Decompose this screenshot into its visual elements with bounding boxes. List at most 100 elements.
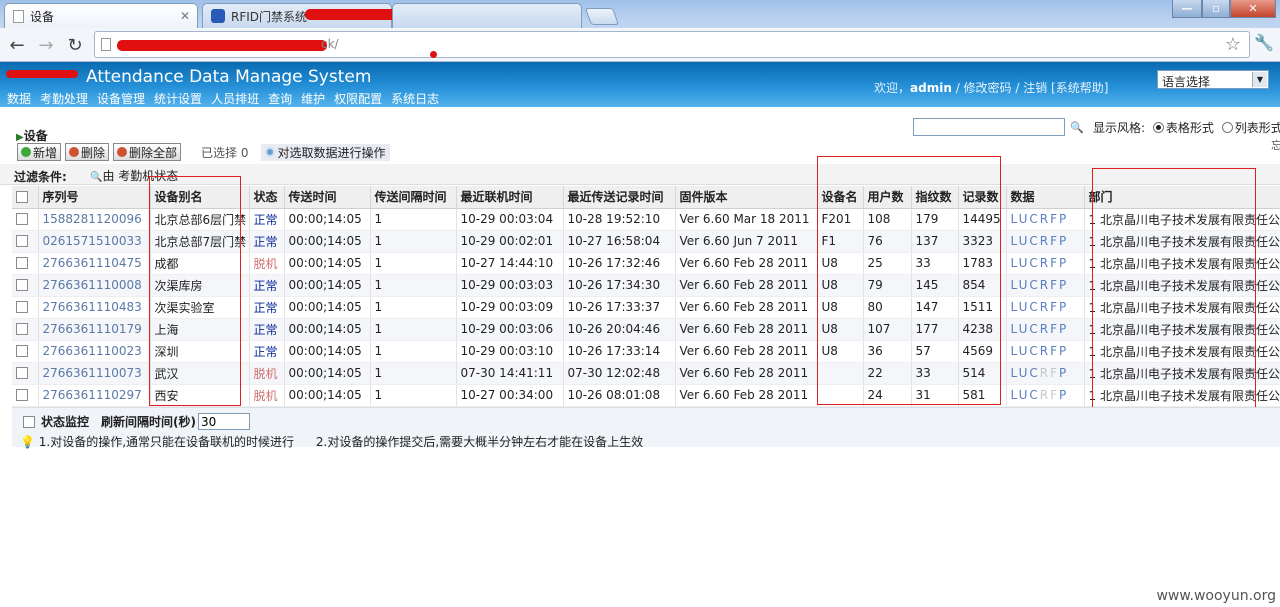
data-link-c[interactable]: C [1029, 234, 1039, 248]
data-link-f[interactable]: F [1050, 322, 1059, 336]
add-button[interactable]: 新增 [17, 143, 62, 161]
col-header[interactable]: 传送时间 [284, 186, 371, 209]
select-all-checkbox[interactable] [12, 186, 39, 209]
bookmark-star-icon[interactable]: ☆ [1225, 34, 1241, 55]
row-checkbox[interactable] [12, 384, 39, 407]
search-icon[interactable]: 🔍 [1070, 121, 1084, 134]
table-row[interactable]: 2766361110297 西安 脱机 00:00;14:05 1 10-27 00:34… [12, 384, 1280, 407]
row-checkbox[interactable] [12, 230, 39, 253]
data-link-r[interactable]: R [1040, 388, 1050, 402]
data-link-p[interactable]: P [1059, 234, 1068, 248]
new-tab-button[interactable] [584, 8, 620, 25]
data-link-f[interactable]: F [1050, 300, 1059, 314]
data-link-l[interactable]: L [1011, 212, 1019, 226]
menu-item-schedule[interactable]: 人员排班 [211, 90, 259, 107]
cell-sn[interactable]: 0261571510033 [38, 230, 151, 253]
menu-item-maintain[interactable]: 维护 [301, 90, 325, 107]
table-row[interactable]: 2766361110023 深圳 正常 00:00;14:05 1 10-29 00:03… [12, 340, 1280, 363]
data-link-r[interactable]: R [1040, 300, 1050, 314]
data-link-l[interactable]: L [1011, 256, 1019, 270]
table-row[interactable]: 0261571510033 北京总部7层门禁 正常 00:00;14:05 1 10-29… [12, 230, 1280, 253]
row-checkbox[interactable] [12, 362, 39, 385]
data-link-c[interactable]: C [1029, 300, 1039, 314]
back-icon[interactable]: ← [4, 32, 30, 58]
username[interactable]: admin [910, 81, 952, 95]
table-row[interactable]: 2766361110475 成都 脱机 00:00;14:05 1 10-27 14:44… [12, 252, 1280, 275]
col-header[interactable]: 部门 [1084, 186, 1280, 209]
address-bar[interactable]: ck/ ☆ [94, 31, 1250, 58]
row-checkbox[interactable] [12, 318, 39, 341]
data-link-l[interactable]: L [1011, 300, 1019, 314]
table-row[interactable]: 2766361110073 武汉 脱机 00:00;14:05 1 07-30 14:41… [12, 362, 1280, 385]
data-link-f[interactable]: F [1050, 234, 1059, 248]
data-link-r[interactable]: R [1040, 344, 1050, 358]
data-link-u[interactable]: U [1019, 322, 1030, 336]
col-header[interactable]: 状态 [249, 186, 285, 209]
menu-item-data[interactable]: 数据 [7, 90, 31, 107]
data-link-u[interactable]: U [1019, 234, 1030, 248]
col-header[interactable]: 传送间隔时间 [370, 186, 457, 209]
forward-icon[interactable]: → [33, 32, 59, 58]
data-link-l[interactable]: L [1011, 234, 1019, 248]
data-link-f[interactable]: F [1050, 388, 1059, 402]
close-tab-icon[interactable]: ✕ [180, 9, 190, 23]
data-link-r[interactable]: R [1040, 278, 1050, 292]
menu-item-attendance[interactable]: 考勤处理 [40, 90, 88, 107]
data-link-c[interactable]: C [1029, 212, 1039, 226]
data-link-u[interactable]: U [1019, 300, 1030, 314]
tab-devices[interactable]: 设备 ✕ [4, 3, 198, 28]
col-header[interactable]: 设备名 [817, 186, 864, 209]
style-table-radio[interactable] [1152, 122, 1164, 133]
data-link-f[interactable]: F [1050, 212, 1059, 226]
data-link-r[interactable]: R [1040, 234, 1050, 248]
delete-button[interactable]: 删除 [65, 143, 110, 161]
col-header[interactable]: 设备别名 [150, 186, 250, 209]
data-link-r[interactable]: R [1040, 212, 1050, 226]
header-links[interactable]: / 修改密码 / 注销 [系统帮助] [956, 81, 1109, 95]
table-row[interactable]: 2766361110008 次渠库房 正常 00:00;14:05 1 10-29 00:… [12, 274, 1280, 297]
table-row[interactable]: 1588281120096 北京总部6层门禁 正常 00:00;14:05 1 10-29… [12, 208, 1280, 231]
status-monitor-checkbox[interactable] [23, 415, 35, 428]
data-link-u[interactable]: U [1019, 256, 1030, 270]
menu-item-syslog[interactable]: 系统日志 [391, 90, 439, 107]
filter-link[interactable]: 🔍由 考勤机状态 [90, 167, 178, 184]
data-link-u[interactable]: U [1019, 212, 1030, 226]
col-header[interactable]: 最近传送记录时间 [563, 186, 676, 209]
data-link-p[interactable]: P [1059, 212, 1068, 226]
menu-item-query[interactable]: 查询 [268, 90, 292, 107]
menu-item-stats[interactable]: 统计设置 [154, 90, 202, 107]
reload-icon[interactable]: ↻ [62, 32, 88, 58]
row-checkbox[interactable] [12, 208, 39, 231]
cell-sn[interactable]: 2766361110179 [38, 318, 151, 341]
minimize-button[interactable]: — [1172, 0, 1202, 18]
data-link-p[interactable]: P [1059, 344, 1068, 358]
data-link-u[interactable]: U [1019, 388, 1030, 402]
cell-sn[interactable]: 2766361110023 [38, 340, 151, 363]
table-row[interactable]: 2766361110179 上海 正常 00:00;14:05 1 10-29 00:03… [12, 318, 1280, 341]
data-link-u[interactable]: U [1019, 366, 1030, 380]
cell-sn[interactable]: 2766361110483 [38, 296, 151, 319]
data-link-l[interactable]: L [1011, 322, 1019, 336]
data-link-l[interactable]: L [1011, 278, 1019, 292]
menu-item-device[interactable]: 设备管理 [97, 90, 145, 107]
data-link-f[interactable]: F [1050, 256, 1059, 270]
close-window-button[interactable]: ✕ [1230, 0, 1276, 18]
refresh-interval-input[interactable] [198, 413, 250, 430]
data-link-u[interactable]: U [1019, 344, 1030, 358]
delete-all-button[interactable]: 删除全部 [113, 143, 182, 161]
col-header[interactable]: 记录数 [958, 186, 1007, 209]
maximize-button[interactable]: ▫ [1202, 0, 1230, 18]
menu-item-permission[interactable]: 权限配置 [334, 90, 382, 107]
tab-blank[interactable] [392, 3, 582, 28]
row-checkbox[interactable] [12, 296, 39, 319]
data-link-p[interactable]: P [1059, 256, 1068, 270]
data-link-f[interactable]: F [1050, 344, 1059, 358]
style-list-radio[interactable] [1221, 122, 1233, 133]
data-link-l[interactable]: L [1011, 388, 1019, 402]
data-link-r[interactable]: R [1040, 322, 1050, 336]
cell-sn[interactable]: 2766361110297 [38, 384, 151, 407]
col-header[interactable]: 最近联机时间 [456, 186, 564, 209]
wrench-icon[interactable]: 🔧 [1254, 33, 1274, 52]
data-link-p[interactable]: P [1059, 300, 1068, 314]
batch-action-button[interactable]: 对选取数据进行操作 [260, 143, 390, 161]
